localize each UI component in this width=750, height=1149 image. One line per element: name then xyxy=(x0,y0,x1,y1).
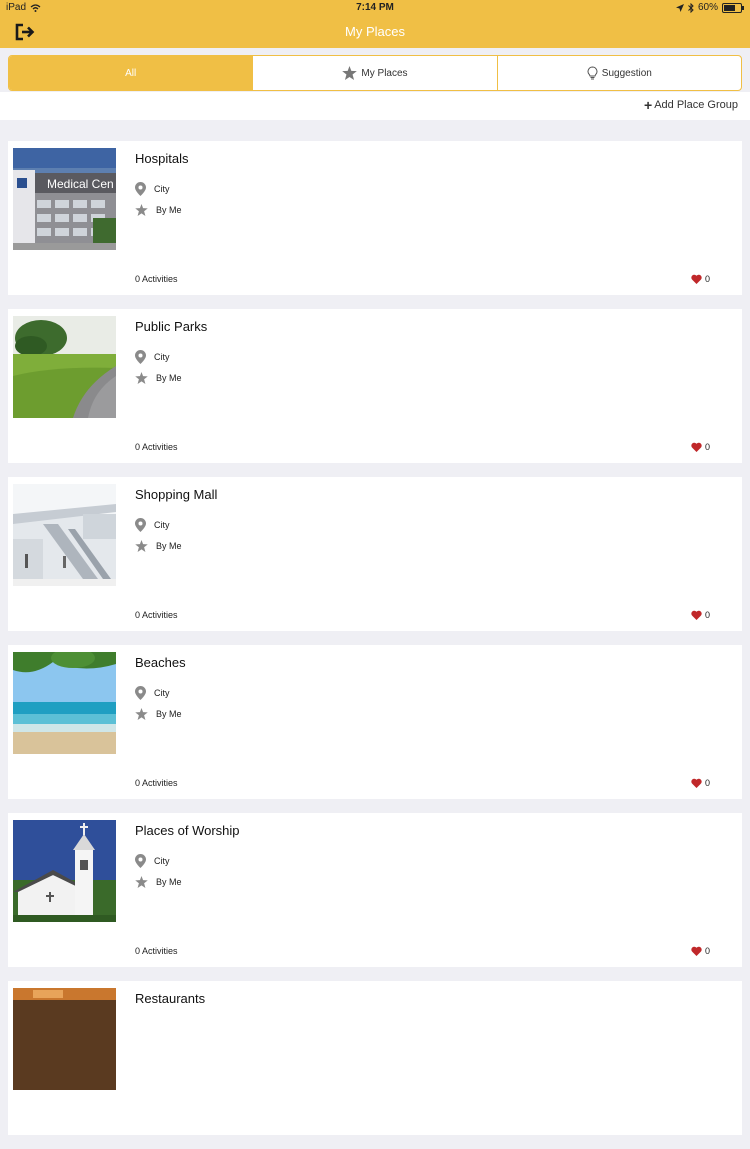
heart-icon xyxy=(691,442,702,452)
map-pin-icon xyxy=(135,182,146,196)
like-count: 0 xyxy=(704,610,710,620)
place-card-restaurants[interactable]: Restaurants xyxy=(8,981,742,1135)
activities-count: 0 Activities xyxy=(135,610,178,620)
park-image xyxy=(13,316,116,418)
place-title: Restaurants xyxy=(135,991,206,1006)
activities-count: 0 Activities xyxy=(135,778,178,788)
star-icon xyxy=(135,372,148,384)
bluetooth-icon xyxy=(688,2,694,13)
status-bar: iPad 7:14 PM 60% xyxy=(0,0,750,16)
lightbulb-icon xyxy=(587,66,598,80)
location-row: City xyxy=(135,518,170,532)
location-label: City xyxy=(154,520,170,530)
star-icon xyxy=(135,540,148,552)
like-count: 0 xyxy=(704,778,710,788)
like-button[interactable]: 0 xyxy=(691,778,710,788)
location-row: City xyxy=(135,854,170,868)
map-pin-icon xyxy=(135,686,146,700)
add-place-group-button[interactable]: + Add Place Group xyxy=(644,96,738,113)
creator-label: By Me xyxy=(156,877,182,887)
place-group-list: Medical Cen Hospitals City By Me 0 Activ… xyxy=(8,141,742,1149)
place-title: Places of Worship xyxy=(135,823,240,838)
location-arrow-icon xyxy=(675,3,684,12)
creator-row: By Me xyxy=(135,372,182,384)
activities-count: 0 Activities xyxy=(135,946,178,956)
status-time: 7:14 PM xyxy=(356,2,394,13)
heart-icon xyxy=(691,610,702,620)
location-row: City xyxy=(135,350,170,364)
place-title: Public Parks xyxy=(135,319,208,334)
page-title: My Places xyxy=(345,24,405,39)
place-card-shopping-mall[interactable]: Shopping Mall City By Me 0 Activities 0 xyxy=(8,477,742,631)
like-count: 0 xyxy=(704,946,710,956)
beach-image xyxy=(13,652,116,754)
mall-image xyxy=(13,484,116,586)
place-title: Beaches xyxy=(135,655,186,670)
tab-all[interactable]: All xyxy=(9,56,253,90)
creator-row: By Me xyxy=(135,540,182,552)
like-button[interactable]: 0 xyxy=(691,274,710,284)
activities-count: 0 Activities xyxy=(135,274,178,284)
like-button[interactable]: 0 xyxy=(691,442,710,452)
heart-icon xyxy=(691,778,702,788)
star-icon xyxy=(135,708,148,720)
place-card-hospitals[interactable]: Medical Cen Hospitals City By Me 0 Activ… xyxy=(8,141,742,295)
battery-icon xyxy=(722,2,744,13)
location-label: City xyxy=(154,856,170,866)
place-title: Shopping Mall xyxy=(135,487,218,502)
location-label: City xyxy=(154,688,170,698)
like-button[interactable]: 0 xyxy=(691,610,710,620)
location-label: City xyxy=(154,352,170,362)
location-row: City xyxy=(135,686,170,700)
place-card-public-parks[interactable]: Public Parks City By Me 0 Activities 0 xyxy=(8,309,742,463)
plus-icon: + xyxy=(644,96,653,113)
like-button[interactable]: 0 xyxy=(691,946,710,956)
map-pin-icon xyxy=(135,518,146,532)
map-pin-icon xyxy=(135,350,146,364)
creator-label: By Me xyxy=(156,541,182,551)
map-pin-icon xyxy=(135,854,146,868)
place-title: Hospitals xyxy=(135,151,189,166)
creator-label: By Me xyxy=(156,205,182,215)
tab-suggestion[interactable]: Suggestion xyxy=(496,56,741,90)
restaurant-image xyxy=(13,988,116,1090)
tab-label: All xyxy=(125,67,137,79)
location-label: City xyxy=(154,184,170,194)
star-icon xyxy=(342,66,358,80)
creator-row: By Me xyxy=(135,708,182,720)
location-row: City xyxy=(135,182,170,196)
star-icon xyxy=(135,876,148,888)
toolbar-strip xyxy=(0,92,750,120)
creator-label: By Me xyxy=(156,709,182,719)
creator-row: By Me xyxy=(135,876,182,888)
tab-my-places[interactable]: My Places xyxy=(252,56,496,90)
heart-icon xyxy=(691,274,702,284)
star-icon xyxy=(135,204,148,216)
filter-tabs: All My Places Suggestion xyxy=(8,55,742,91)
like-count: 0 xyxy=(704,442,710,452)
tab-label: Suggestion xyxy=(601,67,652,79)
hospital-image: Medical Cen xyxy=(13,148,116,250)
like-count: 0 xyxy=(704,274,710,284)
creator-row: By Me xyxy=(135,204,182,216)
tab-label: My Places xyxy=(361,67,408,79)
activities-count: 0 Activities xyxy=(135,442,178,452)
navigation-bar: iPad 7:14 PM 60% My Places xyxy=(0,0,750,48)
place-card-beaches[interactable]: Beaches City By Me 0 Activities 0 xyxy=(8,645,742,799)
creator-label: By Me xyxy=(156,373,182,383)
battery-percent: 60% xyxy=(697,2,718,13)
add-place-group-label: Add Place Group xyxy=(654,99,738,111)
hospital-sign: Medical Cen xyxy=(47,177,114,191)
heart-icon xyxy=(691,946,702,956)
place-card-places-of-worship[interactable]: Places of Worship City By Me 0 Activitie… xyxy=(8,813,742,967)
church-image xyxy=(13,820,116,922)
